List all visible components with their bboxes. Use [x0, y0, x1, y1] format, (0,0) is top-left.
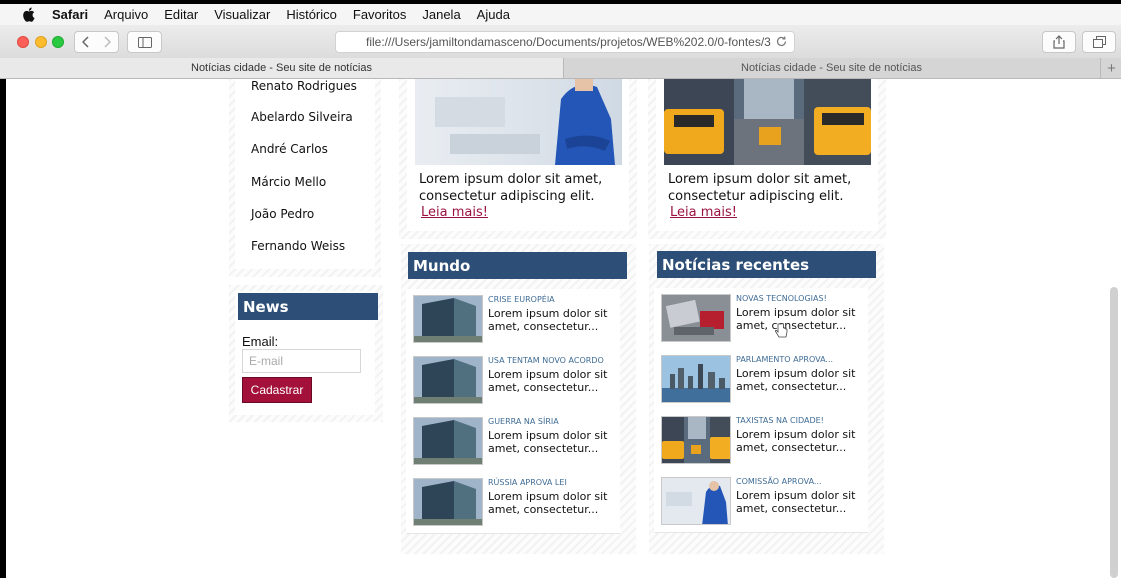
apple-icon[interactable]	[22, 7, 38, 22]
menu-janela[interactable]: Janela	[422, 7, 460, 22]
newsletter-box: News Email: Cadastrar	[229, 285, 383, 422]
tab-bar: Notícias cidade - Seu site de notícias N…	[0, 58, 1121, 79]
menu-ajuda[interactable]: Ajuda	[477, 7, 510, 22]
row-tag[interactable]: TAXISTAS NA CIDADE!	[736, 416, 824, 425]
row-tag[interactable]: NOVAS TECNOLOGIAS!	[736, 294, 827, 303]
minimize-window-button[interactable]	[35, 36, 47, 48]
sidebar-name[interactable]: André Carlos	[251, 142, 328, 156]
read-more-link[interactable]: Leia mais!	[670, 205, 737, 220]
share-icon	[1053, 35, 1065, 49]
sidebar-name[interactable]: Márcio Mello	[251, 175, 326, 189]
building-photo	[413, 417, 483, 465]
doctor-photo	[415, 79, 622, 165]
recentes-title: Notícias recentes	[657, 251, 876, 278]
menu-favoritos[interactable]: Favoritos	[353, 7, 406, 22]
sidebar-toggle-button[interactable]	[127, 31, 162, 53]
menu-app-safari[interactable]: Safari	[52, 7, 88, 22]
forward-button[interactable]	[96, 31, 119, 53]
desk-photo	[661, 294, 731, 342]
sidebar-icon	[137, 36, 152, 48]
chevron-right-icon	[104, 36, 111, 48]
row-tag[interactable]: GUERRA NA SÍRIA	[488, 417, 559, 426]
menu-visualizar[interactable]: Visualizar	[214, 7, 270, 22]
mundo-title: Mundo	[408, 252, 627, 279]
list-item[interactable]: GUERRA NA SÍRIA Lorem ipsum dolor sit am…	[406, 411, 620, 473]
email-label: Email:	[242, 334, 279, 349]
sidebar-name[interactable]: João Pedro	[251, 207, 314, 221]
menu-arquivo[interactable]: Arquivo	[104, 7, 148, 22]
list-item[interactable]: TAXISTAS NA CIDADE! Lorem ipsum dolor si…	[654, 410, 868, 472]
address-url[interactable]: file:///Users/jamiltondamasceno/Document…	[366, 35, 771, 49]
taxi-street-photo	[661, 416, 731, 464]
list-item[interactable]: CRISE EUROPÉIA Lorem ipsum dolor sit ame…	[406, 289, 620, 351]
newsletter-title: News	[238, 293, 378, 320]
building-photo	[413, 356, 483, 404]
list-item[interactable]: NOVAS TECNOLOGIAS! Lorem ipsum dolor sit…	[654, 288, 868, 350]
sidebar-name[interactable]: Fernando Weiss	[251, 239, 345, 253]
sidebar-names-box: Renato Rodrigues Abelardo Silveira André…	[229, 79, 381, 277]
row-text: Lorem ipsum dolor sit amet, consectetur.…	[736, 489, 856, 515]
share-button[interactable]	[1042, 31, 1076, 53]
email-field[interactable]	[242, 349, 361, 373]
news-card-text: Lorem ipsum dolor sit amet, consectetur …	[668, 172, 852, 204]
sidebar-names-panel: Renato Rodrigues Abelardo Silveira André…	[235, 79, 375, 269]
tabs-overview-icon	[1092, 36, 1106, 48]
row-tag[interactable]: CRISE EUROPÉIA	[488, 295, 555, 304]
page-scrollbar[interactable]	[1110, 287, 1118, 578]
row-tag[interactable]: USA TENTAM NOVO ACORDO	[488, 356, 604, 365]
row-text: Lorem ipsum dolor sit amet, consectetur.…	[736, 306, 856, 332]
menu-bar: Safari Arquivo Editar Visualizar Históri…	[0, 4, 1121, 26]
reload-icon[interactable]	[775, 35, 788, 51]
tab-inactive[interactable]: Notícias cidade - Seu site de notícias	[564, 58, 1099, 78]
news-card: Lorem ipsum dolor sit amet, consectetur …	[648, 79, 886, 239]
tab-inactive-title: Notícias cidade - Seu site de notícias	[741, 62, 922, 74]
row-tag[interactable]: RÚSSIA APROVA LEI	[488, 478, 567, 487]
list-item[interactable]: USA TENTAM NOVO ACORDO Lorem ipsum dolor…	[406, 350, 620, 412]
row-text: Lorem ipsum dolor sit amet, consectetur.…	[736, 428, 856, 454]
row-text: Lorem ipsum dolor sit amet, consectetur.…	[488, 429, 608, 455]
tab-active-title: Notícias cidade - Seu site de notícias	[191, 62, 372, 74]
chevron-left-icon	[82, 36, 89, 48]
web-page: Renato Rodrigues Abelardo Silveira André…	[6, 79, 1121, 578]
skyline-photo	[661, 355, 731, 403]
tabs-overview-button[interactable]	[1082, 31, 1116, 53]
building-photo	[413, 478, 483, 526]
back-button[interactable]	[74, 31, 98, 53]
building-photo	[413, 295, 483, 343]
list-item[interactable]: COMISSÃO APROVA... Lorem ipsum dolor sit…	[654, 471, 868, 533]
sidebar-name[interactable]: Abelardo Silveira	[251, 110, 353, 124]
menu-historico[interactable]: Histórico	[286, 7, 337, 22]
tab-active[interactable]: Notícias cidade - Seu site de notícias	[0, 58, 564, 78]
list-item[interactable]: RÚSSIA APROVA LEI Lorem ipsum dolor sit …	[406, 472, 620, 534]
sidebar-name[interactable]: Renato Rodrigues	[251, 79, 357, 93]
taxi-street-photo	[664, 79, 871, 165]
recentes-section: Notícias recentes NOVAS TECNOLOGIAS! Lor…	[649, 244, 884, 554]
news-card-text: Lorem ipsum dolor sit amet, consectetur …	[419, 172, 603, 204]
zoom-window-button[interactable]	[52, 36, 64, 48]
close-window-button[interactable]	[17, 36, 29, 48]
mundo-section: Mundo CRISE EUROPÉIA Lorem ipsum dolor s…	[401, 244, 636, 554]
row-text: Lorem ipsum dolor sit amet, consectetur.…	[488, 490, 608, 516]
row-tag[interactable]: PARLAMENTO APROVA...	[736, 355, 833, 364]
row-text: Lorem ipsum dolor sit amet, consectetur.…	[488, 368, 608, 394]
hand-cursor-icon	[774, 323, 788, 339]
row-text: Lorem ipsum dolor sit amet, consectetur.…	[488, 307, 608, 333]
row-text: Lorem ipsum dolor sit amet, consectetur.…	[736, 367, 856, 393]
row-tag[interactable]: COMISSÃO APROVA...	[736, 477, 822, 486]
new-tab-button[interactable]: +	[1100, 58, 1121, 78]
menu-editar[interactable]: Editar	[164, 7, 198, 22]
doctor-photo	[661, 477, 731, 525]
list-item[interactable]: PARLAMENTO APROVA... Lorem ipsum dolor s…	[654, 349, 868, 411]
address-bar[interactable]: file:///Users/jamiltondamasceno/Document…	[335, 31, 795, 53]
news-card: Lorem ipsum dolor sit amet, consectetur …	[399, 79, 637, 239]
subscribe-button[interactable]: Cadastrar	[242, 377, 312, 403]
read-more-link[interactable]: Leia mais!	[421, 205, 488, 220]
